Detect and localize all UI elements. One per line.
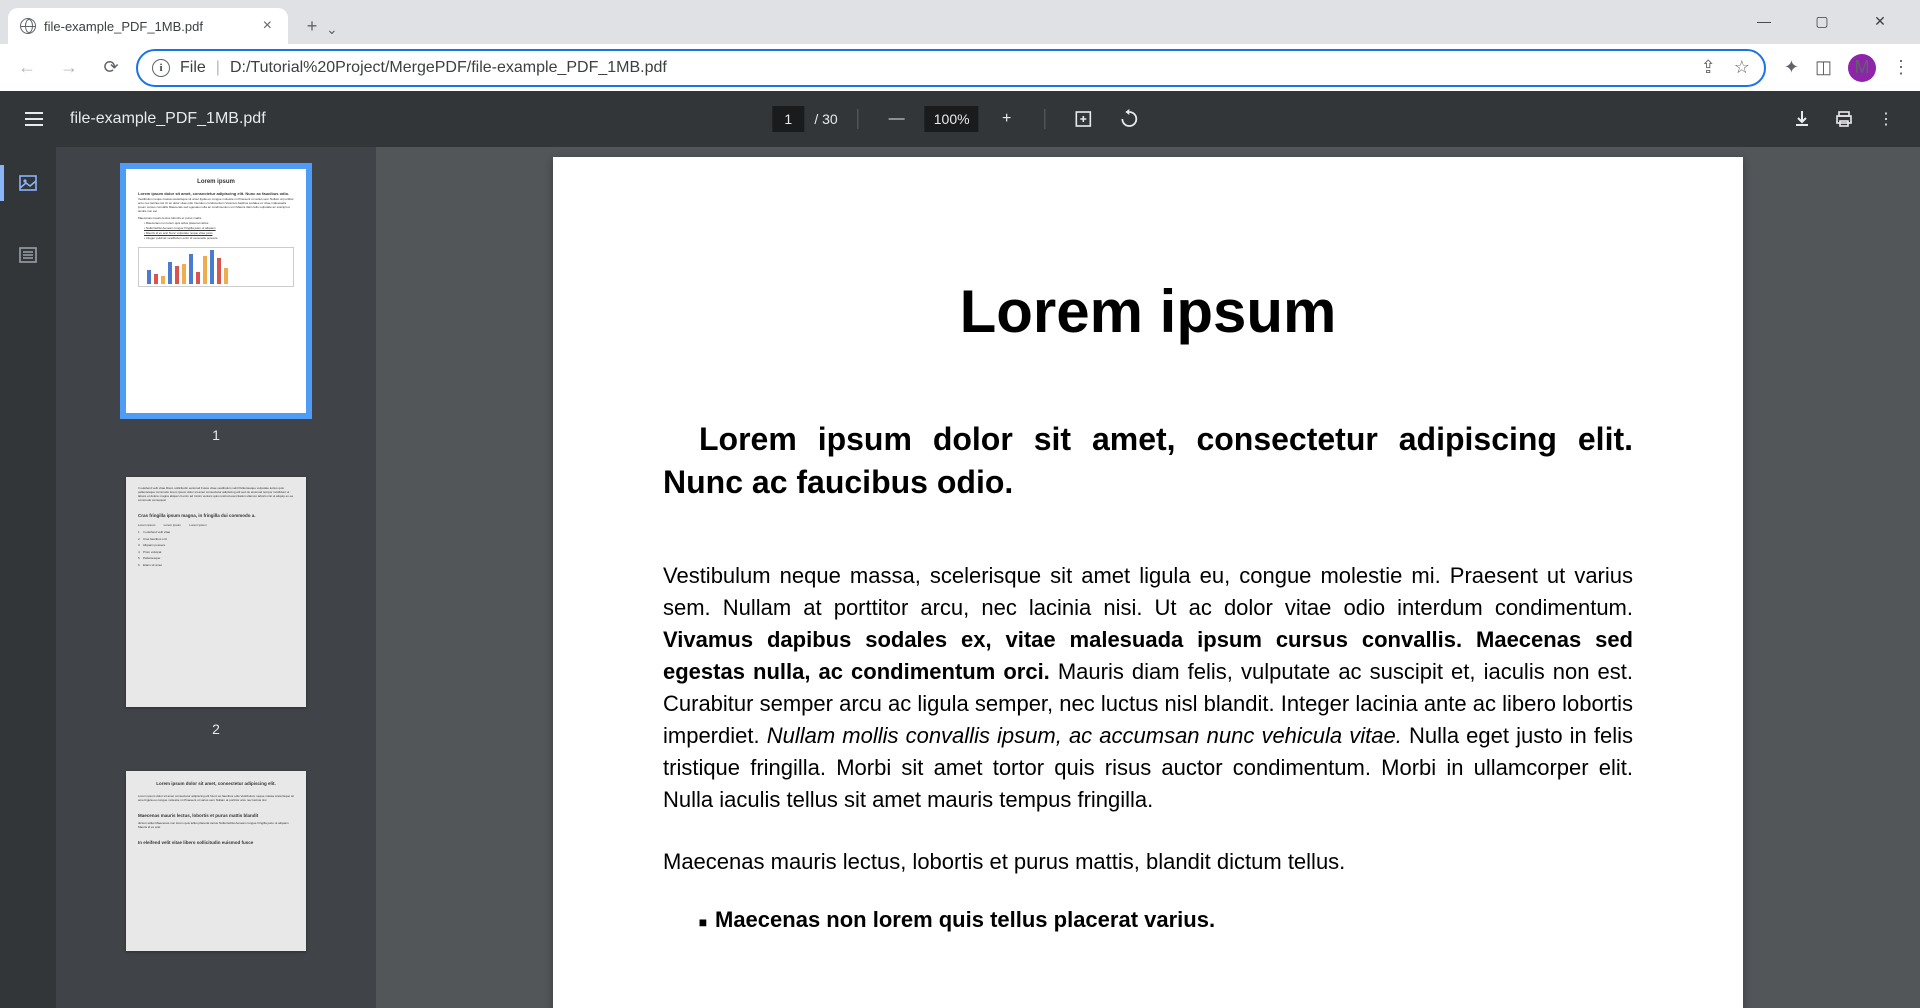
outline-icon <box>18 245 38 265</box>
document-subtitle: Lorem ipsum dolor sit amet, consectetur … <box>663 418 1633 504</box>
maximize-button[interactable]: ▢ <box>1800 8 1844 34</box>
page-number-input[interactable] <box>772 106 804 132</box>
print-button[interactable] <box>1826 101 1862 137</box>
menu-button[interactable] <box>16 101 52 137</box>
download-icon <box>1792 109 1812 129</box>
download-button[interactable] <box>1784 101 1820 137</box>
hamburger-icon <box>25 112 43 126</box>
pdf-body: Lorem ipsum Lorem ipsum dolor sit amet, … <box>0 147 1920 1008</box>
new-tab-button[interactable]: + <box>298 12 326 40</box>
image-icon <box>18 173 38 193</box>
zoom-level-input[interactable] <box>925 106 979 132</box>
rotate-button[interactable] <box>1112 101 1148 137</box>
thumbnail-number: 1 <box>212 427 220 443</box>
zoom-out-button[interactable]: ― <box>879 101 915 137</box>
browser-chrome: file-example_PDF_1MB.pdf × + ⌄ ― ▢ ✕ ← →… <box>0 0 1920 91</box>
pdf-toolbar: file-example_PDF_1MB.pdf / 30 ― + ⋮ <box>0 91 1920 147</box>
paragraph-1: Vestibulum neque massa, scelerisque sit … <box>663 560 1633 815</box>
active-indicator <box>0 165 4 201</box>
outline-tab[interactable] <box>10 237 46 273</box>
fit-page-icon <box>1074 109 1094 129</box>
bookmark-icon[interactable]: ☆ <box>1734 57 1750 78</box>
list-item: Maecenas non lorem quis tellus placerat … <box>715 907 1633 933</box>
browser-menu-icon[interactable]: ⋮ <box>1892 57 1910 78</box>
document-title: Lorem ipsum <box>663 277 1633 346</box>
thumbnail-page-3[interactable]: Lorem ipsum dolor sit amet, consectetur … <box>126 771 306 951</box>
paragraph-2: Maecenas mauris lectus, lobortis et puru… <box>663 846 1633 878</box>
thumbnail-number: 2 <box>212 721 220 737</box>
thumbnails-tab[interactable] <box>10 165 46 201</box>
separator <box>858 109 859 129</box>
profile-avatar[interactable]: M <box>1848 54 1876 82</box>
thumbnail-page-2[interactable]: In eleifend velit vitae libero sollicitu… <box>126 477 306 707</box>
thumbnail-panel[interactable]: Lorem ipsum Lorem ipsum dolor sit amet, … <box>56 147 376 1008</box>
tab-title: file-example_PDF_1MB.pdf <box>44 19 251 34</box>
share-icon[interactable]: ⇪ <box>1701 57 1716 78</box>
thumbnail-page-1[interactable]: Lorem ipsum Lorem ipsum dolor sit amet, … <box>126 169 306 413</box>
left-rail <box>0 147 56 1008</box>
url-scheme: File <box>180 59 206 77</box>
close-window-button[interactable]: ✕ <box>1858 8 1902 34</box>
page-area[interactable]: Lorem ipsum Lorem ipsum dolor sit amet, … <box>376 147 1920 1008</box>
fit-page-button[interactable] <box>1066 101 1102 137</box>
mini-chart <box>138 247 294 287</box>
reload-button[interactable]: ⟳ <box>94 51 128 85</box>
browser-tab[interactable]: file-example_PDF_1MB.pdf × <box>8 8 288 44</box>
bullet-list: Maecenas non lorem quis tellus placerat … <box>663 907 1633 933</box>
zoom-in-button[interactable]: + <box>989 101 1025 137</box>
tab-strip: file-example_PDF_1MB.pdf × + ⌄ ― ▢ ✕ <box>0 0 1920 44</box>
address-bar[interactable]: i File | D:/Tutorial%20Project/MergePDF/… <box>136 49 1766 87</box>
window-controls: ― ▢ ✕ <box>1742 8 1912 44</box>
separator <box>1045 109 1046 129</box>
info-icon[interactable]: i <box>152 59 170 77</box>
page-total: / 30 <box>814 111 837 127</box>
pdf-page: Lorem ipsum Lorem ipsum dolor sit amet, … <box>553 157 1743 1008</box>
address-bar-row: ← → ⟳ i File | D:/Tutorial%20Project/Mer… <box>0 44 1920 91</box>
close-icon[interactable]: × <box>259 15 276 37</box>
more-button[interactable]: ⋮ <box>1868 101 1904 137</box>
globe-icon <box>20 18 36 34</box>
forward-button[interactable]: → <box>52 51 86 85</box>
sidepanel-icon[interactable]: ◫ <box>1815 57 1832 78</box>
rotate-icon <box>1120 109 1140 129</box>
minimize-button[interactable]: ― <box>1742 8 1786 34</box>
url-path: D:/Tutorial%20Project/MergePDF/file-exam… <box>230 59 667 77</box>
print-icon <box>1834 109 1854 129</box>
chevron-down-icon[interactable]: ⌄ <box>326 21 338 38</box>
extensions-icon[interactable]: ✦ <box>1784 57 1799 78</box>
separator: | <box>216 59 220 77</box>
pdf-filename: file-example_PDF_1MB.pdf <box>70 110 266 128</box>
pdf-viewer: file-example_PDF_1MB.pdf / 30 ― + ⋮ Lore… <box>0 91 1920 1008</box>
back-button[interactable]: ← <box>10 51 44 85</box>
